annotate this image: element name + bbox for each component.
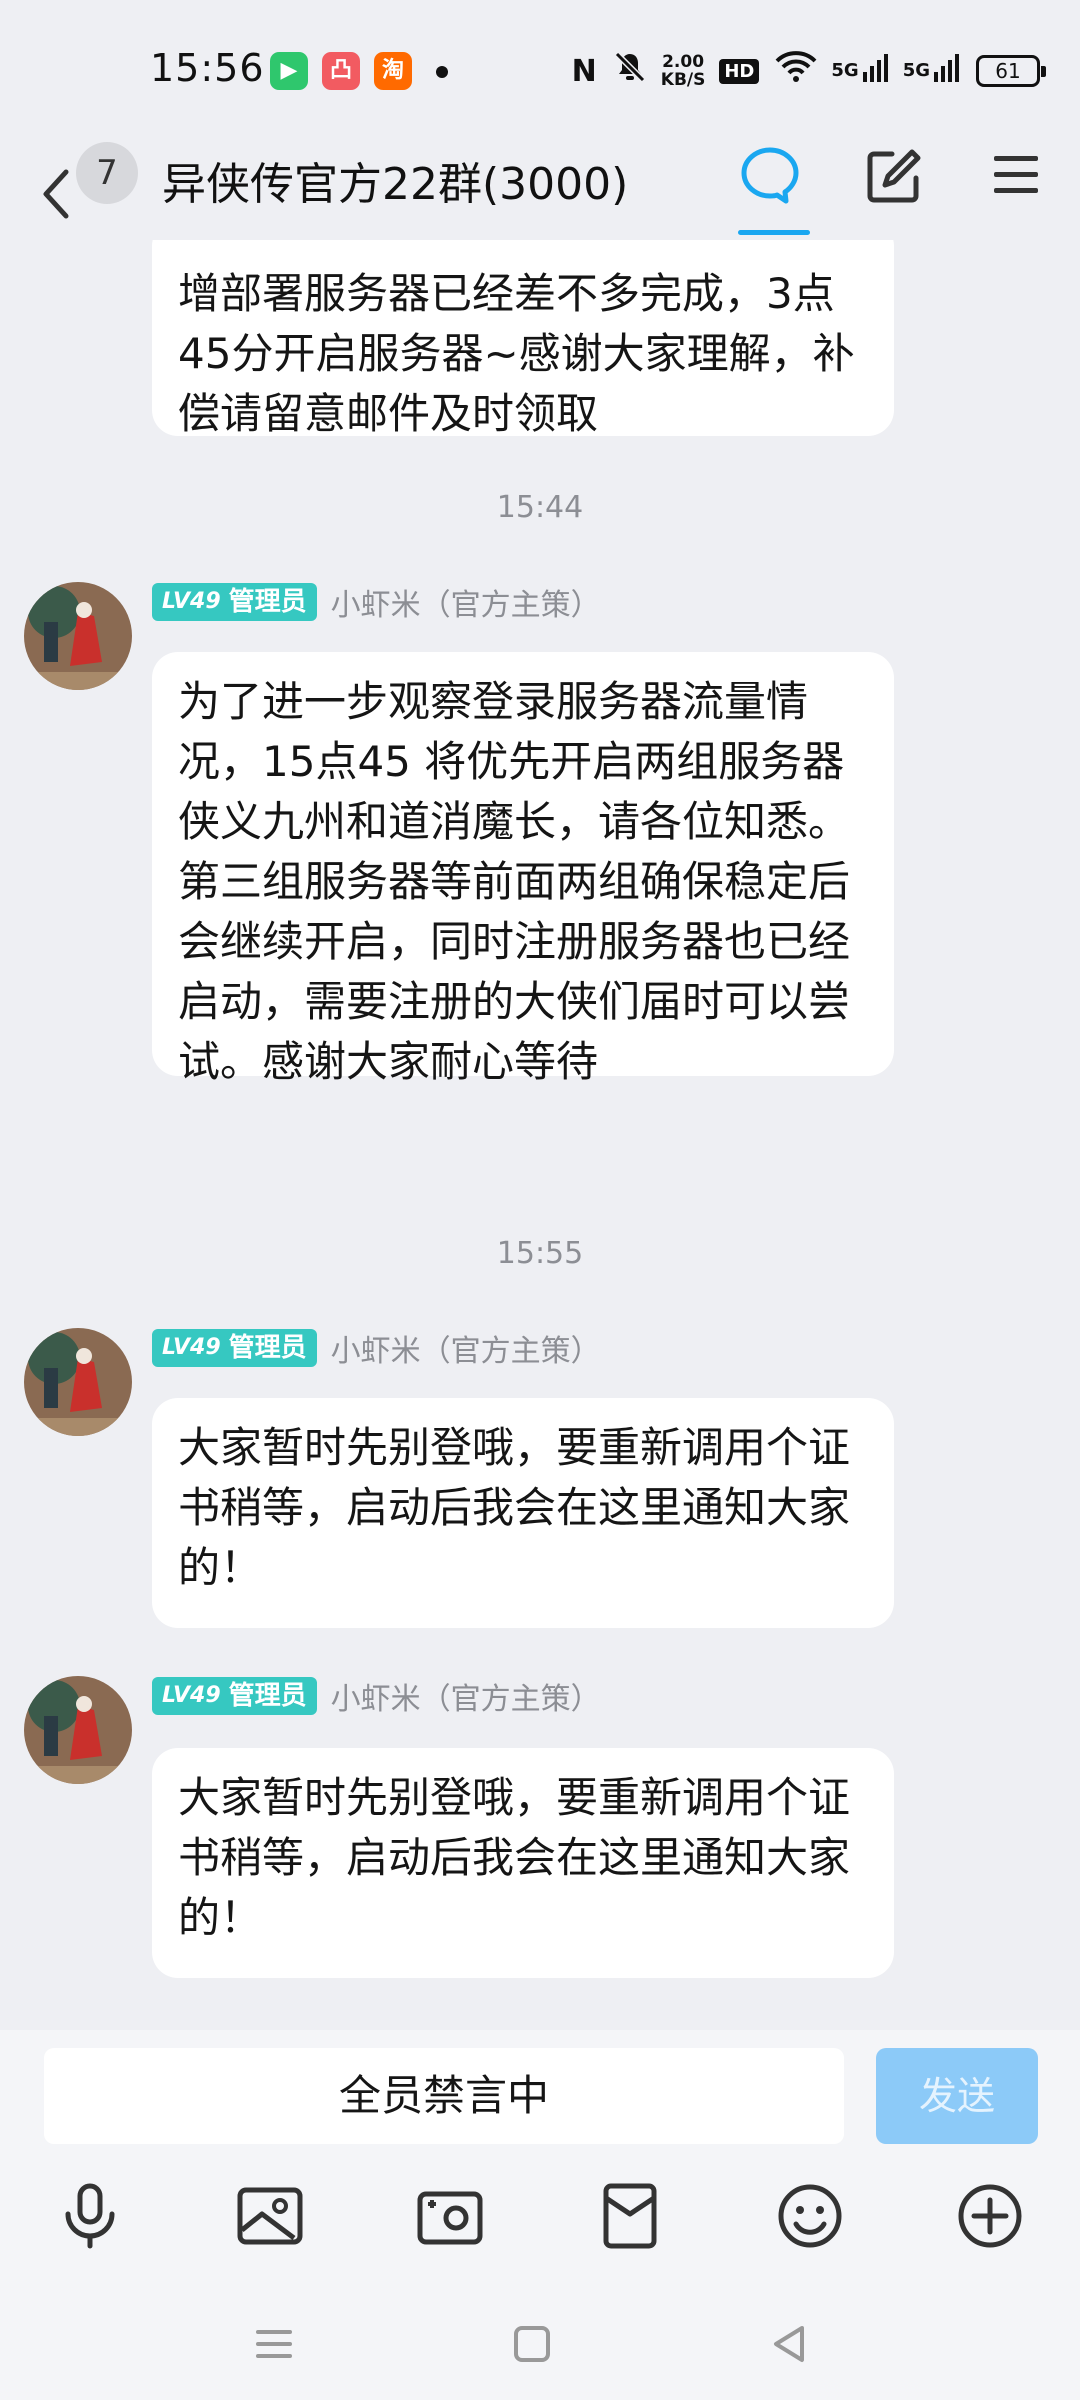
emoji-icon[interactable] xyxy=(774,2180,846,2252)
sender-name[interactable]: 小虾米（官方主策） xyxy=(331,1326,601,1370)
red-packet-icon[interactable] xyxy=(594,2180,666,2252)
speed-value: 2.00 xyxy=(662,52,705,72)
mute-bell-icon xyxy=(613,50,647,92)
message-bubble[interactable]: 大家暂时先别登哦，要重新调用个证书稍等，启动后我会在这里通知大家的！ xyxy=(152,1398,894,1628)
status-indicators: N 2.00 KB/S HD 5G 5G 61 xyxy=(556,46,1046,96)
edit-icon[interactable] xyxy=(864,146,924,206)
role-label: 管理员 xyxy=(228,587,307,617)
message-bubble[interactable]: 增部署服务器已经差不多完成，3点45分开启服务器~感谢大家理解，补偿请留意邮件及… xyxy=(152,240,894,438)
level-badge: LV49 管理员 xyxy=(152,1677,317,1715)
send-button: 发送 xyxy=(876,2048,1038,2144)
sender-name[interactable]: 小虾米（官方主策） xyxy=(331,1674,601,1718)
message-text: 大家暂时先别登哦，要重新调用个证书稍等，启动后我会在这里通知大家的！ xyxy=(178,1423,851,1592)
plus-icon[interactable] xyxy=(954,2180,1026,2252)
recent-apps-icon[interactable] xyxy=(246,2316,302,2372)
back-arrow-icon[interactable] xyxy=(36,166,76,222)
nfc-icon: N xyxy=(571,53,597,89)
message-bubble[interactable]: 大家暂时先别登哦，要重新调用个证书稍等，启动后我会在这里通知大家的！ xyxy=(152,1748,894,1978)
back-nav-icon[interactable] xyxy=(762,2316,818,2372)
sender-info: LV49 管理员 小虾米（官方主策） xyxy=(152,580,601,624)
wifi-icon xyxy=(775,51,817,91)
status-time: 15:56 xyxy=(150,46,265,90)
avatar[interactable] xyxy=(24,1328,132,1436)
level-label: LV49 xyxy=(162,1335,221,1360)
sender-name[interactable]: 小虾米（官方主策） xyxy=(331,580,601,624)
timestamp: 15:55 xyxy=(496,1236,584,1271)
hd-voice-icon: HD xyxy=(719,58,760,84)
level-badge: LV49 管理员 xyxy=(152,1329,317,1367)
chat-bubble-icon[interactable] xyxy=(738,144,802,208)
status-bar: 15:56 ▶ 凸 淘 N 2.00 KB/S HD 5G 5G 61 xyxy=(0,0,1080,140)
signal-2-label: 5G xyxy=(902,60,930,81)
sender-info: LV49 管理员 小虾米（官方主策） xyxy=(152,1674,601,1718)
battery-indicator: 61 xyxy=(976,55,1046,87)
photo-app-icon: 凸 xyxy=(322,52,360,90)
message-list[interactable]: 增部署服务器已经差不多完成，3点45分开启服务器~感谢大家理解，补偿请留意邮件及… xyxy=(0,240,1080,2030)
menu-icon[interactable] xyxy=(990,150,1042,200)
signal-1-label: 5G xyxy=(831,60,859,81)
avatar[interactable] xyxy=(24,1676,132,1784)
speed-unit: KB/S xyxy=(660,70,706,90)
microphone-icon[interactable] xyxy=(54,2180,126,2252)
message-bubble[interactable]: 为了进一步观察登录服务器流量情况，15点45 将优先开启两组服务器 侠义九州和道… xyxy=(152,652,894,1086)
level-label: LV49 xyxy=(162,1683,221,1708)
unread-count-badge[interactable]: 7 xyxy=(76,142,138,204)
notification-dot xyxy=(436,66,448,78)
active-tab-indicator xyxy=(738,230,810,235)
message-text: 为了进一步观察登录服务器流量情况，15点45 将优先开启两组服务器 侠义九州和道… xyxy=(178,677,851,1086)
message-text: 增部署服务器已经差不多完成，3点45分开启服务器~感谢大家理解，补偿请留意邮件及… xyxy=(178,269,855,438)
network-speed: 2.00 KB/S xyxy=(661,53,706,89)
taobao-app-icon: 淘 xyxy=(374,52,412,90)
group-title[interactable]: 异侠传官方22群(3000) xyxy=(162,148,628,212)
level-badge: LV49 管理员 xyxy=(152,583,317,621)
role-label: 管理员 xyxy=(228,1333,307,1363)
sender-info: LV49 管理员 小虾米（官方主策） xyxy=(152,1326,601,1370)
level-label: LV49 xyxy=(162,589,221,614)
avatar[interactable] xyxy=(24,582,132,690)
image-icon[interactable] xyxy=(234,2180,306,2252)
camera-icon[interactable] xyxy=(414,2180,486,2252)
signal-2-icon xyxy=(934,52,960,90)
timestamp: 15:44 xyxy=(496,490,584,525)
signal-1-icon xyxy=(862,52,889,90)
video-app-icon: ▶ xyxy=(270,52,308,90)
message-text: 大家暂时先别登哦，要重新调用个证书稍等，启动后我会在这里通知大家的！ xyxy=(178,1773,851,1942)
home-icon[interactable] xyxy=(504,2316,560,2372)
message-input-muted: 全员禁言中 xyxy=(44,2048,844,2144)
role-label: 管理员 xyxy=(228,1681,307,1711)
